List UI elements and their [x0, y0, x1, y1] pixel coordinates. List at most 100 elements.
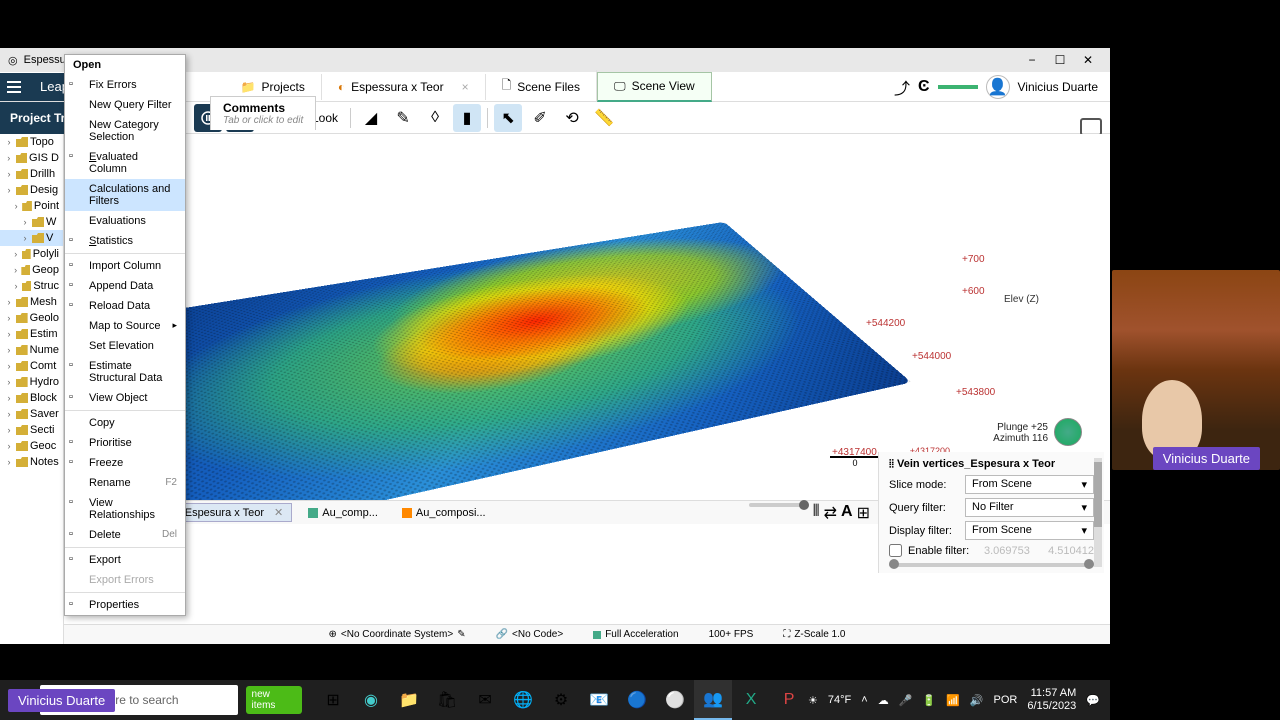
app3-icon[interactable]: ⚪	[656, 680, 694, 720]
tab-scene-files[interactable]: 🗋Scene Files	[486, 70, 597, 103]
tree-item[interactable]: ›Hydro	[0, 374, 63, 390]
bars-icon[interactable]: ⦀	[813, 503, 820, 523]
app2-icon[interactable]: 🔵	[618, 680, 656, 720]
tab-espessura[interactable]: ◐Espessura x Teor×	[322, 74, 486, 100]
draw-tool[interactable]: ✐	[526, 104, 554, 132]
plane-tool[interactable]: ◢	[357, 104, 385, 132]
lasso-tool[interactable]: ◊	[421, 104, 449, 132]
chrome-icon[interactable]: 🌐	[504, 680, 542, 720]
link-icon[interactable]: ⤴	[894, 75, 910, 99]
tree-item[interactable]: ›Nume	[0, 342, 63, 358]
tree-item[interactable]: ›Comt	[0, 358, 63, 374]
tab-scene-view[interactable]: 🖵Scene View	[597, 72, 712, 102]
menu-item[interactable]: Calculations and Filters	[65, 179, 185, 211]
project-tree[interactable]: ›Topo›GIS D›Drillh›Desig›Point›W›V›Polyl…	[0, 134, 64, 644]
compass-icon[interactable]	[1054, 418, 1082, 446]
scene-object-tab-2[interactable]: Au_composi...	[394, 505, 494, 521]
teams-icon[interactable]: 👥	[694, 680, 732, 720]
adjust-icon[interactable]: ⇄	[824, 503, 837, 523]
menu-item[interactable]: ▫Statistics	[65, 231, 185, 251]
scene-object-tab-1[interactable]: Au_comp...	[300, 505, 386, 521]
menu-item[interactable]: ▫Fix Errors	[65, 75, 185, 95]
clock[interactable]: 11:57 AM 6/15/2023	[1027, 687, 1076, 713]
excel-icon[interactable]: X	[732, 680, 770, 720]
menu-item[interactable]: New Query Filter	[65, 95, 185, 115]
close-button[interactable]: ✕	[1074, 50, 1102, 70]
tree-item[interactable]: ›Saver	[0, 406, 63, 422]
menu-item[interactable]: ▫Properties	[65, 595, 185, 615]
powerpoint-icon[interactable]: P	[770, 680, 808, 720]
prop-select[interactable]: No Filter▾	[965, 498, 1094, 517]
tree-item[interactable]: ›Desig	[0, 182, 63, 198]
tree-item[interactable]: ›V	[0, 230, 63, 246]
menu-item[interactable]: Map to Source▸	[65, 316, 185, 336]
tree-item[interactable]: ›Geoc	[0, 438, 63, 454]
menu-item[interactable]: Evaluations	[65, 211, 185, 231]
menu-item[interactable]: ▫View Relationships	[65, 493, 185, 525]
slicer-tool[interactable]: ▮	[453, 104, 481, 132]
minimize-button[interactable]: −	[1018, 50, 1046, 70]
weather-icon[interactable]: ☀	[808, 694, 818, 707]
edge-icon[interactable]: ◉	[352, 680, 390, 720]
tree-item[interactable]: ›W	[0, 214, 63, 230]
cloud-icon[interactable]: ☁	[878, 694, 889, 707]
outlook-icon[interactable]: 📧	[580, 680, 618, 720]
new-badge[interactable]: new items	[246, 686, 303, 714]
tree-item[interactable]: ›Drillh	[0, 166, 63, 182]
menu-item[interactable]: ▫Import Column	[65, 256, 185, 276]
task-view-icon[interactable]: ⊞	[314, 680, 352, 720]
tree-item[interactable]: ›Mesh	[0, 294, 63, 310]
tree-item[interactable]: ›Notes	[0, 454, 63, 470]
mail-icon[interactable]: ✉	[466, 680, 504, 720]
ruler-tool[interactable]: 📏	[590, 104, 618, 132]
menu-item[interactable]: ▫Estimate Structural Data	[65, 356, 185, 388]
tray-chevron-icon[interactable]: ˄	[861, 694, 867, 706]
tree-item[interactable]: ›Secti	[0, 422, 63, 438]
tree-item[interactable]: ›Topo	[0, 134, 63, 150]
filter-range-slider[interactable]	[889, 563, 1094, 567]
menu-item[interactable]: ▫Reload Data	[65, 296, 185, 316]
user-avatar-icon[interactable]: 👤	[986, 75, 1010, 99]
tree-item[interactable]: ›Block	[0, 390, 63, 406]
menu-item[interactable]: ▫Export	[65, 550, 185, 570]
tree-item[interactable]: ›Estim	[0, 326, 63, 342]
text-icon[interactable]: A	[841, 503, 853, 523]
enable-filter-checkbox[interactable]	[889, 544, 902, 557]
opacity-slider[interactable]	[749, 503, 809, 507]
prop-select[interactable]: From Scene▾	[965, 521, 1094, 540]
menu-item[interactable]: ▫Freeze	[65, 453, 185, 473]
app1-icon[interactable]: ⚙	[542, 680, 580, 720]
pen-tool[interactable]: ✎	[389, 104, 417, 132]
context-menu[interactable]: Open ▫Fix ErrorsNew Query FilterNew Cate…	[64, 54, 186, 616]
close-tab-icon[interactable]: ✕	[274, 506, 283, 519]
tree-item[interactable]: ›Geop	[0, 262, 63, 278]
menu-item[interactable]: ▫Append Data	[65, 276, 185, 296]
panel-scrollbar[interactable]	[1094, 458, 1102, 567]
store-icon[interactable]: 🛍	[428, 680, 466, 720]
tree-item[interactable]: ›Struc	[0, 278, 63, 294]
rotate-tool[interactable]: ⟲	[558, 104, 586, 132]
lang-indicator[interactable]: POR	[994, 694, 1018, 706]
central-icon[interactable]: Ͼ	[918, 78, 930, 96]
tree-item[interactable]: ›Point	[0, 198, 63, 214]
menu-item[interactable]: ▫Prioritise	[65, 433, 185, 453]
menu-item[interactable]: New Category Selection	[65, 115, 185, 147]
3d-viewport[interactable]: Elev (Z) +700+600+544200+544000+543800+4…	[64, 134, 1110, 500]
tree-item[interactable]: ›Geolo	[0, 310, 63, 326]
wifi-icon[interactable]: 📶	[946, 694, 960, 707]
notifications-icon[interactable]: 💬	[1086, 694, 1100, 707]
menu-item[interactable]: RenameF2	[65, 473, 185, 493]
menu-item[interactable]: ▫DeleteDel	[65, 525, 185, 545]
volume-icon[interactable]: 🔊	[970, 694, 984, 707]
maximize-button[interactable]: ☐	[1046, 50, 1074, 70]
explorer-icon[interactable]: 📁	[390, 680, 428, 720]
tree-item[interactable]: ›Polyli	[0, 246, 63, 262]
menu-item[interactable]: Copy	[65, 413, 185, 433]
prop-select[interactable]: From Scene▾	[965, 475, 1094, 494]
menu-item[interactable]: Set Elevation	[65, 336, 185, 356]
battery-icon[interactable]: 🔋	[922, 694, 936, 707]
grid-icon[interactable]: ⊞	[857, 503, 870, 523]
hamburger-menu[interactable]	[0, 73, 28, 101]
tree-item[interactable]: ›GIS D	[0, 150, 63, 166]
select-tool[interactable]: ⬉	[494, 104, 522, 132]
